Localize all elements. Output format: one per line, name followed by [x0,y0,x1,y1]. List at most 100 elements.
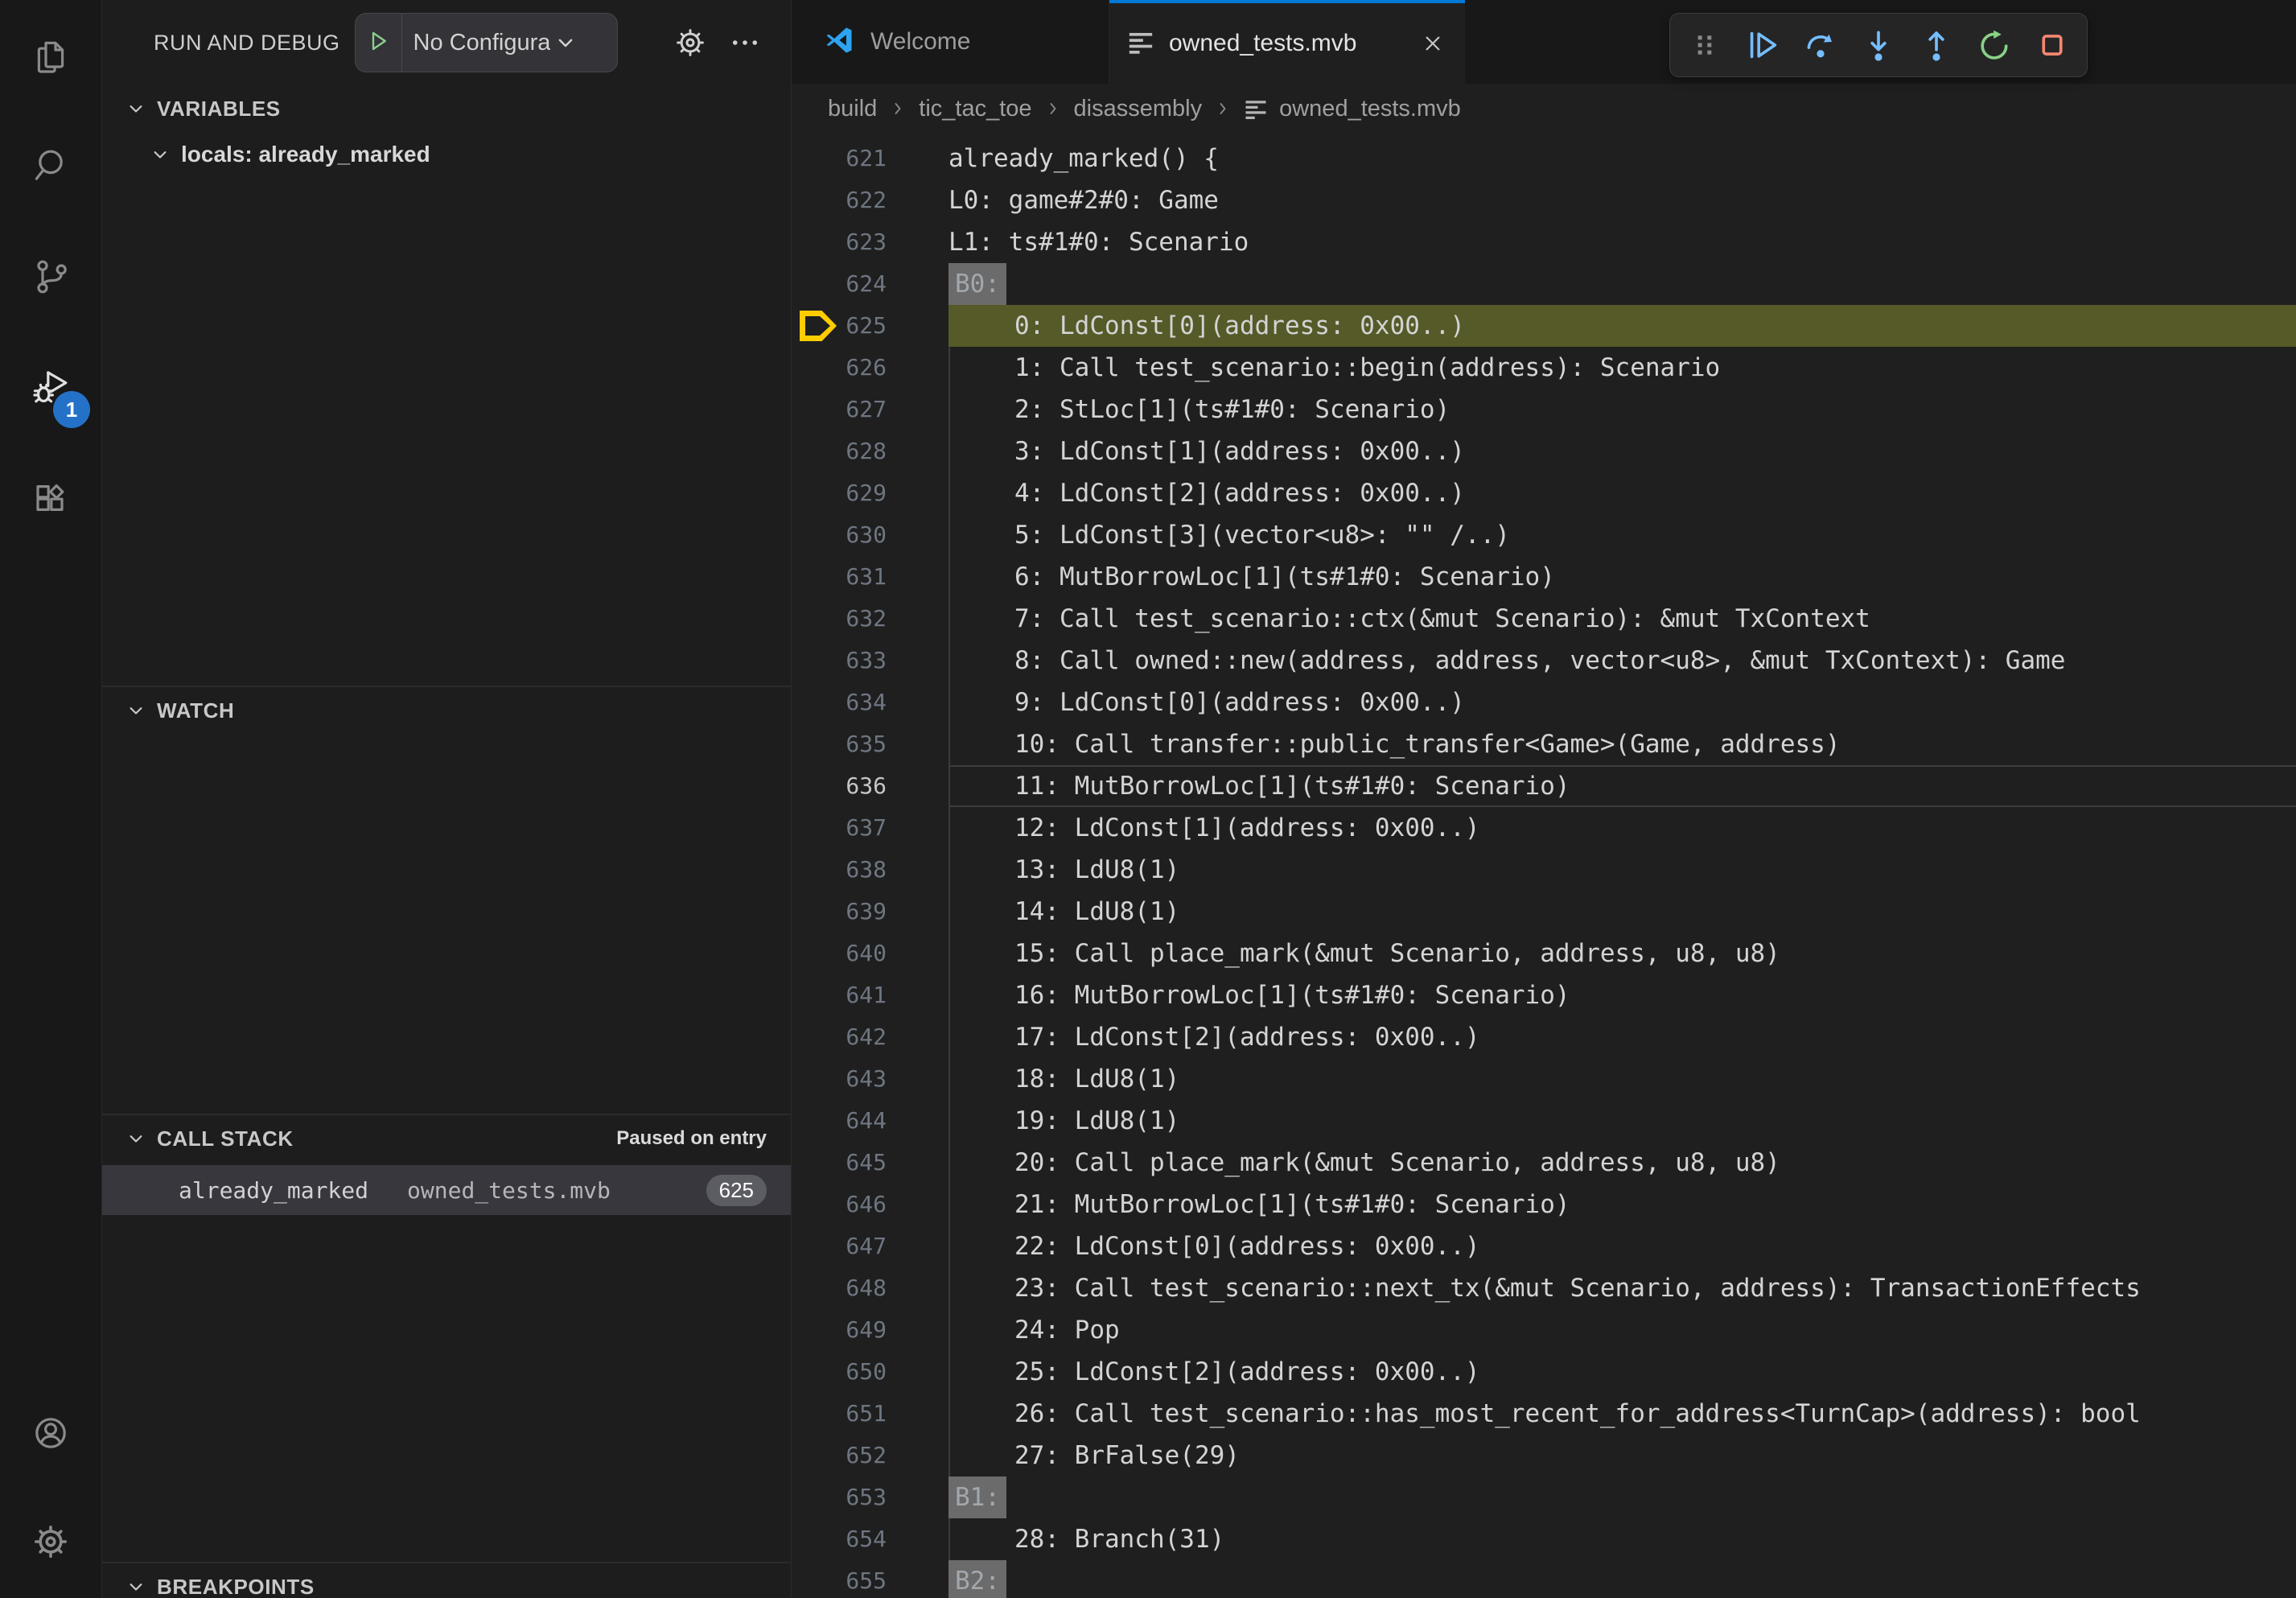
watch-section-header[interactable]: WATCH [102,687,791,734]
code-line[interactable]: 641 16: MutBorrowLoc[1](ts#1#0: Scenario… [792,974,2296,1016]
line-number[interactable]: 654 [792,1518,948,1560]
sidebar-item-run-and-debug[interactable]: 1 [0,333,101,444]
tab-welcome[interactable]: Welcome [792,0,1109,84]
restart-button[interactable] [1976,27,2013,64]
sidebar-item-explorer[interactable] [0,0,101,111]
gutter[interactable]: 626 [792,347,948,389]
gutter[interactable]: 655 [792,1560,948,1598]
call-stack-section-header[interactable]: CALL STACK Paused on entry [102,1115,791,1162]
code-line[interactable]: 643 18: LdU8(1) [792,1058,2296,1100]
gutter[interactable]: 631 [792,556,948,598]
toolbar-drag-gripper[interactable] [1686,27,1723,64]
continue-button[interactable] [1744,27,1781,64]
code-line[interactable]: 650 25: LdConst[2](address: 0x00..) [792,1351,2296,1393]
line-number[interactable]: 649 [792,1309,948,1351]
gutter[interactable]: 634 [792,682,948,723]
breadcrumb-item[interactable]: owned_tests.mvb [1279,96,1461,122]
gutter[interactable]: 651 [792,1393,948,1435]
gutter[interactable]: 627 [792,389,948,430]
gutter[interactable]: 629 [792,472,948,514]
tab-owned-tests[interactable]: owned_tests.mvb [1109,0,1465,84]
code-line[interactable]: 621 already_marked() { [792,138,2296,179]
gutter[interactable]: 649 [792,1309,948,1351]
breadcrumb-item[interactable]: tic_tac_toe [919,96,1031,122]
gutter[interactable]: 653 [792,1477,948,1518]
line-number[interactable]: 633 [792,640,948,682]
line-number[interactable]: 621 [792,138,948,179]
line-number[interactable]: 630 [792,514,948,556]
code-editor[interactable]: 621 already_marked() { 622 L0: game#2#0:… [792,134,2296,1598]
code-line[interactable]: 623 L1: ts#1#0: Scenario [792,221,2296,263]
sidebar-item-search[interactable] [0,111,101,222]
line-number[interactable]: 646 [792,1184,948,1225]
gutter[interactable]: 630 [792,514,948,556]
breadcrumb-item[interactable]: disassembly [1074,96,1203,122]
gutter[interactable]: 640 [792,933,948,974]
code-line[interactable]: 634 9: LdConst[0](address: 0x00..) [792,682,2296,723]
gutter[interactable]: 648 [792,1267,948,1309]
step-into-button[interactable] [1860,27,1897,64]
code-line[interactable]: 622 L0: game#2#0: Game [792,179,2296,221]
code-line[interactable]: 653 B1: [792,1477,2296,1518]
gutter[interactable]: 628 [792,430,948,472]
gutter[interactable]: 646 [792,1184,948,1225]
code-line[interactable]: 629 4: LdConst[2](address: 0x00..) [792,472,2296,514]
line-number[interactable]: 645 [792,1142,948,1184]
code-line[interactable]: 655 B2: [792,1560,2296,1598]
debug-config-dropdown[interactable]: No Configura [355,13,618,72]
gutter[interactable]: 623 [792,221,948,263]
line-number[interactable]: 631 [792,556,948,598]
gutter[interactable]: 638 [792,849,948,891]
manage-settings-button[interactable] [0,1489,101,1598]
code-line[interactable]: 648 23: Call test_scenario::next_tx(&mut… [792,1267,2296,1309]
code-line[interactable]: 642 17: LdConst[2](address: 0x00..) [792,1016,2296,1058]
gutter[interactable]: 645 [792,1142,948,1184]
line-number[interactable]: 637 [792,807,948,849]
stop-button[interactable] [2034,27,2071,64]
line-number[interactable]: 638 [792,849,948,891]
line-number[interactable]: 622 [792,179,948,221]
gutter[interactable]: 633 [792,640,948,682]
line-number[interactable]: 636 [792,765,948,807]
code-line[interactable]: 630 5: LdConst[3](vector<u8>: "" /..) [792,514,2296,556]
code-line[interactable]: 633 8: Call owned::new(address, address,… [792,640,2296,682]
line-number[interactable]: 625 [792,305,948,347]
code-line[interactable]: 632 7: Call test_scenario::ctx(&mut Scen… [792,598,2296,640]
code-line[interactable]: 628 3: LdConst[1](address: 0x00..) [792,430,2296,472]
line-number[interactable]: 653 [792,1477,948,1518]
line-number[interactable]: 641 [792,974,948,1016]
line-number[interactable]: 639 [792,891,948,933]
gutter[interactable]: 644 [792,1100,948,1142]
code-line[interactable]: 646 21: MutBorrowLoc[1](ts#1#0: Scenario… [792,1184,2296,1225]
code-line[interactable]: 647 22: LdConst[0](address: 0x00..) [792,1225,2296,1267]
code-line[interactable]: 654 28: Branch(31) [792,1518,2296,1560]
gutter[interactable]: 624 [792,263,948,305]
gutter[interactable]: 632 [792,598,948,640]
code-line[interactable]: 636 11: MutBorrowLoc[1](ts#1#0: Scenario… [792,765,2296,807]
accounts-button[interactable] [0,1381,101,1489]
line-number[interactable]: 650 [792,1351,948,1393]
debug-settings-button[interactable] [673,26,707,60]
breakpoints-section-header[interactable]: BREAKPOINTS [102,1563,791,1598]
code-line[interactable]: 631 6: MutBorrowLoc[1](ts#1#0: Scenario) [792,556,2296,598]
line-number[interactable]: 624 [792,263,948,305]
line-number[interactable]: 655 [792,1560,948,1598]
line-number[interactable]: 632 [792,598,948,640]
gutter[interactable]: 641 [792,974,948,1016]
gutter[interactable]: 643 [792,1058,948,1100]
gutter[interactable]: 637 [792,807,948,849]
gutter[interactable]: 625 [792,305,948,347]
sidebar-item-source-control[interactable] [0,222,101,333]
gutter[interactable]: 652 [792,1435,948,1477]
gutter[interactable]: 650 [792,1351,948,1393]
gutter[interactable]: 639 [792,891,948,933]
sidebar-item-extensions[interactable] [0,444,101,555]
line-number[interactable]: 626 [792,347,948,389]
code-line[interactable]: 640 15: Call place_mark(&mut Scenario, a… [792,933,2296,974]
code-line[interactable]: 635 10: Call transfer::public_transfer<G… [792,723,2296,765]
line-number[interactable]: 635 [792,723,948,765]
gutter[interactable]: 621 [792,138,948,179]
line-number[interactable]: 648 [792,1267,948,1309]
line-number[interactable]: 647 [792,1225,948,1267]
line-number[interactable]: 627 [792,389,948,430]
